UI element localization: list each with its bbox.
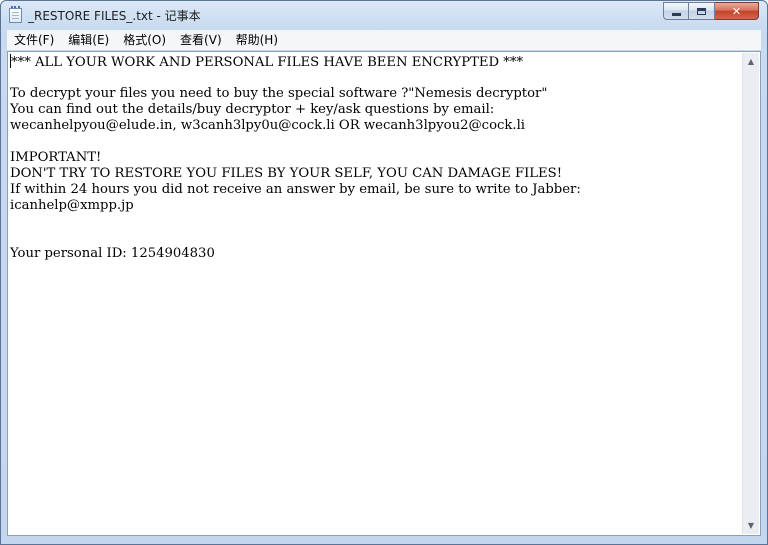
text-line: IMPORTANT! [10, 150, 102, 165]
text-line [10, 134, 743, 150]
scroll-up-arrow-icon[interactable]: ▲ [743, 53, 759, 70]
menu-format[interactable]: 格式(O) [116, 30, 173, 50]
close-button[interactable]: ✕ [715, 2, 759, 20]
text-editor[interactable]: *** ALL YOUR WORK AND PERSONAL FILES HAV… [10, 54, 743, 533]
menu-bar: 文件(F) 编辑(E) 格式(O) 查看(V) 帮助(H) [7, 30, 761, 50]
editor-area[interactable]: *** ALL YOUR WORK AND PERSONAL FILES HAV… [7, 51, 761, 536]
text-line: You can find out the details/buy decrypt… [10, 102, 495, 117]
text-line-content: *** ALL YOUR WORK AND PERSONAL FILES HAV… [11, 55, 524, 70]
menu-help[interactable]: 帮助(H) [229, 30, 285, 50]
caption-buttons: ✕ [663, 2, 759, 21]
title-bar[interactable]: _RESTORE FILES_.txt - 记事本 ✕ [1, 1, 767, 29]
text-line: icanhelp@xmpp.jp [10, 198, 134, 213]
notepad-icon[interactable] [9, 6, 22, 23]
vertical-scrollbar[interactable]: ▲ ▼ [742, 53, 759, 534]
menu-view[interactable]: 查看(V) [173, 30, 229, 50]
text-line: *** ALL YOUR WORK AND PERSONAL FILES HAV… [10, 54, 743, 70]
notepad-window: _RESTORE FILES_.txt - 记事本 ✕ 文件(F) 编辑(E) … [0, 0, 768, 545]
minimize-button[interactable] [663, 2, 689, 20]
text-line: Your personal ID: 1254904830 [10, 246, 215, 261]
close-icon: ✕ [731, 4, 742, 18]
text-line [10, 70, 743, 86]
maximize-button[interactable] [689, 2, 715, 20]
text-line: wecanhelpyou@elude.in, w3canh3lpy0u@cock… [10, 118, 526, 133]
maximize-icon [697, 7, 706, 15]
text-line: If within 24 hours you did not receive a… [10, 182, 581, 197]
window-title: _RESTORE FILES_.txt - 记事本 [28, 9, 201, 23]
menu-file[interactable]: 文件(F) [7, 30, 61, 50]
scroll-down-arrow-icon[interactable]: ▼ [743, 517, 759, 534]
text-line [10, 230, 743, 246]
text-line: To decrypt your files you need to buy th… [10, 86, 548, 101]
text-line: DON'T TRY TO RESTORE YOU FILES BY YOUR S… [10, 166, 563, 181]
menu-edit[interactable]: 编辑(E) [61, 30, 116, 50]
minimize-icon [671, 12, 681, 16]
text-line [10, 214, 743, 230]
